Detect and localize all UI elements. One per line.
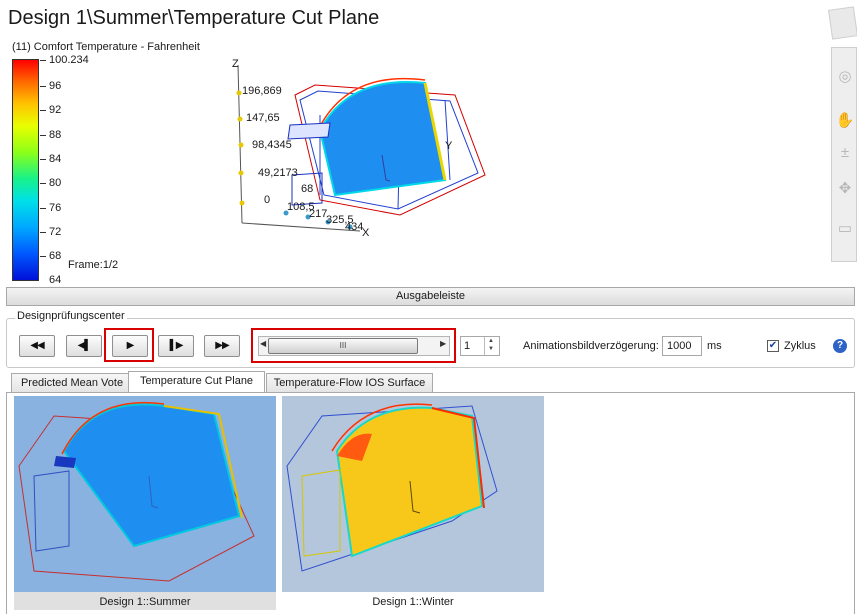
legend-tick-mark: [40, 232, 46, 233]
legend-tick-label: 64: [49, 274, 62, 286]
rotate-icon[interactable]: ✥: [834, 178, 856, 200]
legend-tick-label: 76: [49, 202, 62, 214]
play-button[interactable]: ▶: [112, 335, 148, 357]
previous-frame-button[interactable]: ◀▌: [66, 335, 102, 357]
spin-down-icon[interactable]: ▼: [488, 346, 494, 352]
scroll-right-arrow-icon[interactable]: ▶: [440, 339, 446, 348]
legend-tick-mark: [40, 159, 46, 160]
summer-thumbnail[interactable]: [14, 396, 276, 592]
page-title: Design 1\Summer\Temperature Cut Plane: [8, 7, 380, 29]
orbit-icon[interactable]: ◎: [834, 66, 856, 88]
z-tick-label: 98,4345: [252, 139, 292, 151]
legend-tick-label: 72: [49, 226, 62, 238]
output-panel-bar[interactable]: Ausgabeleiste: [6, 287, 855, 306]
animation-delay-input[interactable]: 1000: [662, 336, 702, 356]
legend-tick-label: 84: [49, 153, 62, 165]
x-tick-label: 217: [309, 208, 328, 220]
axis-z-label: Z: [232, 58, 239, 70]
help-icon[interactable]: ?: [833, 339, 847, 353]
legend-tick-label: 96: [49, 80, 62, 92]
frame-spinner[interactable]: ▲ ▼: [484, 337, 500, 355]
legend-tick-label: 88: [49, 129, 62, 141]
legend-tick-label: 100.234: [49, 54, 89, 66]
legend-tick-label: 80: [49, 177, 62, 189]
next-frame-button[interactable]: ▌▶: [158, 335, 194, 357]
legend-tick-mark: [40, 86, 46, 87]
legend-tick-label: 92: [49, 104, 62, 116]
delay-unit-label: ms: [707, 340, 722, 352]
cycle-label: Zyklus: [784, 340, 816, 352]
pan-hand-icon[interactable]: ✋: [834, 110, 856, 132]
tab-temperature-cut-plane[interactable]: Temperature Cut Plane: [128, 371, 265, 394]
x-tick-label: 434: [345, 221, 364, 233]
winter-caption: Design 1::Winter: [372, 596, 454, 608]
cycle-checkbox[interactable]: ✔: [767, 340, 779, 352]
legend-tick-mark: [40, 110, 46, 111]
legend-tick-mark: [40, 183, 46, 184]
legend-tick-mark: [40, 208, 46, 209]
z-tick-label: 49,2173: [258, 167, 298, 179]
model-label: 68: [301, 183, 314, 195]
zoom-icon[interactable]: ±: [834, 142, 856, 164]
legend-tick-label: 68: [49, 250, 62, 262]
axis-y-label: Y: [445, 140, 453, 152]
legend-title: (11) Comfort Temperature - Fahrenheit: [12, 41, 200, 53]
3d-viewport[interactable]: [200, 55, 530, 245]
nightly-logo-icon: [828, 6, 857, 40]
tab-temperature-flow-ios-surface[interactable]: Temperature-Flow IOS Surface: [266, 373, 433, 393]
z-tick-label: 0: [264, 194, 271, 206]
frame-counter: Frame:1/2: [68, 259, 119, 271]
z-tick-label: 147,65: [246, 112, 280, 124]
first-frame-button[interactable]: ◀◀: [19, 335, 55, 357]
last-frame-button[interactable]: ▶▶: [204, 335, 240, 357]
winter-thumbnail[interactable]: [282, 396, 544, 592]
legend-tick-mark: [40, 60, 46, 61]
legend-tick-mark: [40, 135, 46, 136]
animation-delay-label: Animationsbildverzögerung:: [523, 340, 659, 352]
design-review-center-label: Designprüfungscenter: [15, 310, 127, 322]
color-scale-bar: [12, 59, 39, 281]
tab-predicted-mean-vote[interactable]: Predicted Mean Vote: [11, 373, 133, 393]
legend-tick-mark: [40, 256, 46, 257]
spin-up-icon[interactable]: ▲: [488, 338, 494, 344]
scroll-thumb[interactable]: III: [268, 338, 418, 354]
z-tick-label: 196,869: [242, 85, 282, 97]
view-cube-icon[interactable]: ▭: [834, 218, 856, 240]
navigation-toolbar: ◎ ✋ ± ✥ ▭: [831, 47, 857, 262]
summer-caption: Design 1::Summer: [99, 596, 191, 608]
scroll-left-arrow-icon[interactable]: ◀: [260, 339, 266, 348]
